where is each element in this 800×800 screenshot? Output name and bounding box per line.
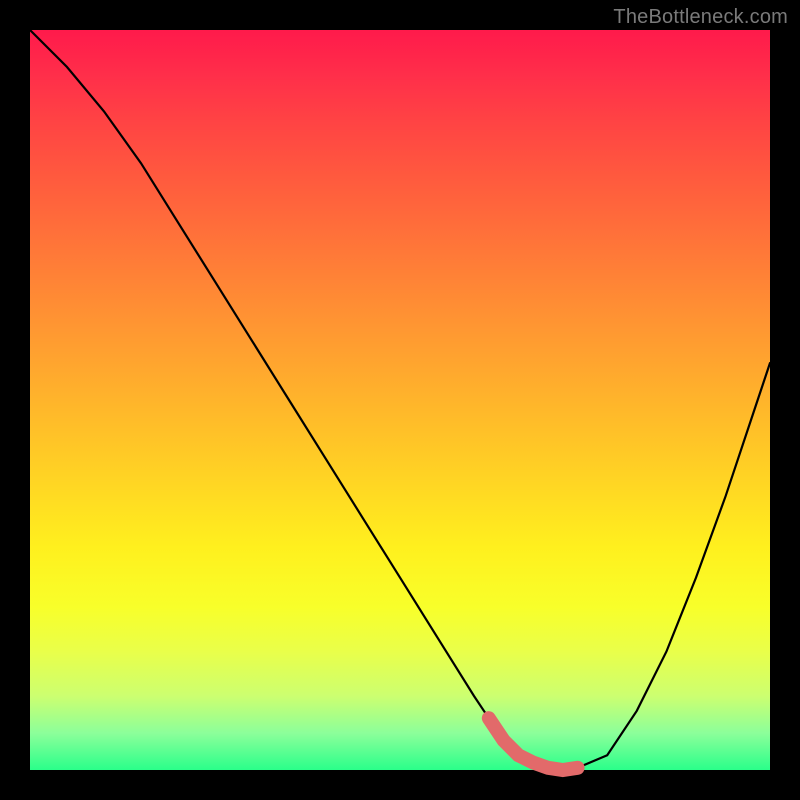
watermark-text: TheBottleneck.com [613, 6, 788, 29]
optimal-highlight [489, 718, 578, 770]
chart-frame: TheBottleneck.com [0, 0, 800, 800]
bottleneck-curve-path [30, 30, 770, 770]
chart-svg [30, 30, 770, 770]
